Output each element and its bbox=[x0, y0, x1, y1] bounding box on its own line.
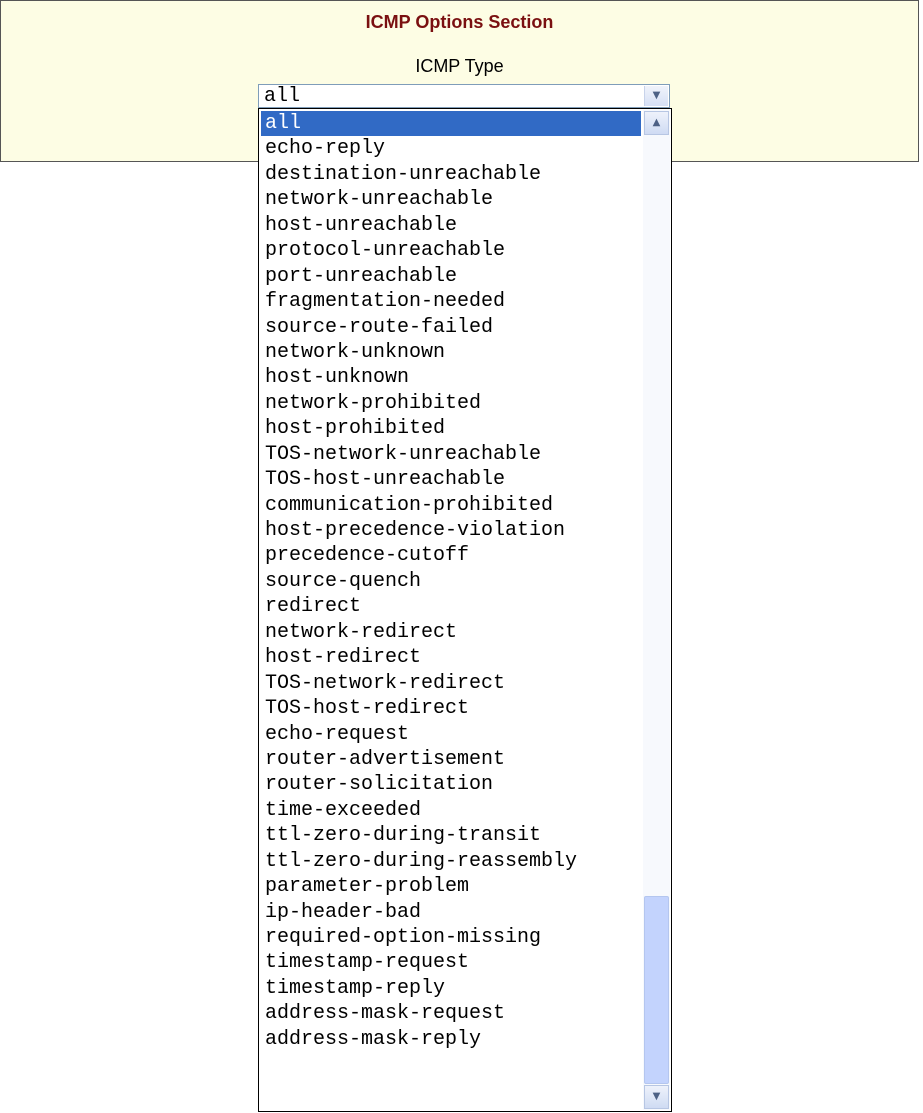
dropdown-option[interactable]: fragmentation-needed bbox=[261, 289, 641, 314]
dropdown-option[interactable]: TOS-network-unreachable bbox=[261, 442, 641, 467]
icmp-type-select[interactable]: all ▼ bbox=[258, 84, 670, 108]
chevron-down-icon[interactable]: ▼ bbox=[644, 86, 668, 106]
dropdown-option[interactable]: echo-request bbox=[261, 722, 641, 747]
option-list: all echo-reply destination-unreachable netw… bbox=[261, 111, 641, 1052]
dropdown-option[interactable]: address-mask-reply bbox=[261, 1027, 641, 1052]
dropdown-option[interactable]: TOS-host-redirect bbox=[261, 696, 641, 721]
dropdown-option[interactable]: router-advertisement bbox=[261, 747, 641, 772]
dropdown-option[interactable]: TOS-network-redirect bbox=[261, 671, 641, 696]
dropdown-option[interactable]: source-quench bbox=[261, 569, 641, 594]
chevron-up-icon[interactable]: ▲ bbox=[644, 111, 669, 135]
icmp-type-dropdown-list[interactable]: all echo-reply destination-unreachable netw… bbox=[258, 108, 672, 1112]
dropdown-option[interactable]: host-unknown bbox=[261, 365, 641, 390]
dropdown-option[interactable]: required-option-missing bbox=[261, 925, 641, 950]
dropdown-option[interactable]: TOS-host-unreachable bbox=[261, 467, 641, 492]
section-title: ICMP Options Section bbox=[365, 12, 554, 32]
dropdown-option[interactable]: redirect bbox=[261, 594, 641, 619]
icmp-type-label: ICMP Type bbox=[415, 56, 504, 76]
dropdown-option[interactable]: timestamp-request bbox=[261, 950, 641, 975]
dropdown-option[interactable]: ip-header-bad bbox=[261, 900, 641, 925]
dropdown-option[interactable]: network-unreachable bbox=[261, 187, 641, 212]
dropdown-option[interactable]: protocol-unreachable bbox=[261, 238, 641, 263]
dropdown-option[interactable]: router-solicitation bbox=[261, 772, 641, 797]
dropdown-option[interactable]: network-unknown bbox=[261, 340, 641, 365]
dropdown-option[interactable]: timestamp-reply bbox=[261, 976, 641, 1001]
dropdown-scrollbar[interactable]: ▲ ▼ bbox=[643, 110, 670, 1110]
dropdown-option[interactable]: all bbox=[261, 111, 641, 137]
dropdown-option[interactable]: port-unreachable bbox=[261, 264, 641, 289]
dropdown-option[interactable]: ttl-zero-during-transit bbox=[261, 823, 641, 848]
dropdown-option[interactable]: ttl-zero-during-reassembly bbox=[261, 849, 641, 874]
dropdown-option[interactable]: address-mask-request bbox=[261, 1001, 641, 1026]
select-current-value: all bbox=[264, 85, 301, 108]
dropdown-option[interactable]: network-redirect bbox=[261, 620, 641, 645]
dropdown-option[interactable]: echo-reply bbox=[261, 136, 641, 161]
dropdown-option[interactable]: communication-prohibited bbox=[261, 493, 641, 518]
dropdown-option[interactable]: network-prohibited bbox=[261, 391, 641, 416]
dropdown-option[interactable]: host-unreachable bbox=[261, 213, 641, 238]
dropdown-option[interactable]: host-redirect bbox=[261, 645, 641, 670]
dropdown-option[interactable]: source-route-failed bbox=[261, 315, 641, 340]
dropdown-option[interactable]: host-prohibited bbox=[261, 416, 641, 441]
dropdown-option[interactable]: time-exceeded bbox=[261, 798, 641, 823]
scrollbar-thumb[interactable] bbox=[644, 896, 669, 1084]
chevron-down-icon[interactable]: ▼ bbox=[644, 1085, 669, 1109]
dropdown-option[interactable]: host-precedence-violation bbox=[261, 518, 641, 543]
dropdown-option[interactable]: destination-unreachable bbox=[261, 162, 641, 187]
dropdown-option[interactable]: parameter-problem bbox=[261, 874, 641, 899]
dropdown-option[interactable]: precedence-cutoff bbox=[261, 543, 641, 568]
